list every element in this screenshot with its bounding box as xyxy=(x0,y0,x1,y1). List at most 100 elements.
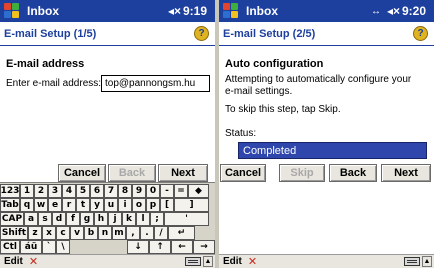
key-0-12[interactable]: = xyxy=(174,184,188,198)
key-2-5[interactable]: g xyxy=(80,212,94,226)
clock[interactable]: 9:20 xyxy=(402,4,426,18)
start-menu-icon[interactable] xyxy=(222,2,240,20)
description-line-1: Attempting to automatically configure yo… xyxy=(225,74,412,85)
cancel-button[interactable]: Cancel xyxy=(220,164,266,182)
key-0-10[interactable]: 0 xyxy=(146,184,160,198)
key-1-9[interactable]: o xyxy=(132,198,146,212)
key-4-3[interactable]: \ xyxy=(56,240,70,254)
key-0-9[interactable]: 9 xyxy=(132,184,146,198)
key-2-4[interactable]: f xyxy=(66,212,80,226)
key-0-11[interactable]: - xyxy=(160,184,174,198)
email-input[interactable] xyxy=(101,75,210,92)
key-1-1[interactable]: q xyxy=(20,198,34,212)
key-2-10[interactable]: ; xyxy=(150,212,164,226)
key-4-5[interactable]: ↑ xyxy=(149,240,171,254)
key-0-3[interactable]: 3 xyxy=(48,184,62,198)
key-2-0[interactable]: CAP xyxy=(0,212,24,226)
key-2-8[interactable]: k xyxy=(122,212,136,226)
input-selector-arrow-icon[interactable]: ▲ xyxy=(203,256,213,267)
key-1-0[interactable]: Tab xyxy=(0,198,20,212)
key-1-6[interactable]: y xyxy=(90,198,104,212)
key-3-1[interactable]: z xyxy=(28,226,42,240)
key-1-12[interactable]: ] xyxy=(174,198,209,212)
section-heading: Auto configuration xyxy=(225,58,324,70)
key-2-1[interactable]: a xyxy=(24,212,38,226)
key-0-6[interactable]: 6 xyxy=(90,184,104,198)
skip-button[interactable]: Skip xyxy=(279,164,325,182)
back-button[interactable]: Back xyxy=(108,164,156,182)
key-4-4[interactable]: ↓ xyxy=(127,240,149,254)
key-1-11[interactable]: [ xyxy=(160,198,174,212)
key-0-4[interactable]: 4 xyxy=(62,184,76,198)
connectivity-icon[interactable]: ↔ xyxy=(371,6,381,17)
page-header: E-mail Setup (1/5) ? xyxy=(0,22,215,46)
key-3-2[interactable]: x xyxy=(42,226,56,240)
cancel-button[interactable]: Cancel xyxy=(58,164,106,182)
menu-bar: Edit ✕ ▲ xyxy=(0,254,215,268)
key-1-3[interactable]: e xyxy=(48,198,62,212)
key-0-2[interactable]: 2 xyxy=(34,184,48,198)
email-label: Enter e-mail address: xyxy=(6,78,102,89)
key-3-3[interactable]: c xyxy=(56,226,70,240)
key-2-7[interactable]: j xyxy=(108,212,122,226)
screen-email-setup-step2: Inbox ↔ ◂× 9:20 E-mail Setup (2/5) ? Aut… xyxy=(219,0,434,268)
key-2-9[interactable]: l xyxy=(136,212,150,226)
speaker-icon[interactable]: ◂× xyxy=(387,4,400,18)
key-1-10[interactable]: p xyxy=(146,198,160,212)
screen-email-setup-step1: Inbox ◂× 9:19 E-mail Setup (1/5) ? E-mai… xyxy=(0,0,215,268)
key-3-8[interactable]: , xyxy=(126,226,140,240)
key-4-6[interactable]: ← xyxy=(171,240,193,254)
key-2-11[interactable]: ' xyxy=(164,212,209,226)
key-3-9[interactable]: . xyxy=(140,226,154,240)
keyboard-row: Tab q w e r t y u i o p[] xyxy=(0,198,215,212)
key-1-2[interactable]: w xyxy=(34,198,48,212)
key-1-4[interactable]: r xyxy=(62,198,76,212)
close-icon[interactable]: ✕ xyxy=(248,255,257,268)
app-title: Inbox xyxy=(246,4,278,18)
key-2-2[interactable]: s xyxy=(38,212,52,226)
key-2-3[interactable]: d xyxy=(52,212,66,226)
keyboard-row: Shift z x c v b n m,. / ↵ xyxy=(0,226,215,240)
edit-menu[interactable]: Edit xyxy=(223,256,242,267)
speaker-icon[interactable]: ◂× xyxy=(168,4,181,18)
titlebar: Inbox ↔ ◂× 9:20 xyxy=(219,0,434,22)
back-button[interactable]: Back xyxy=(329,164,377,182)
key-4-1[interactable]: áü xyxy=(20,240,42,254)
key-0-13[interactable]: ◆ xyxy=(188,184,209,198)
key-4-2[interactable]: ` xyxy=(42,240,56,254)
keyboard-icon[interactable] xyxy=(185,257,201,266)
key-0-0[interactable]: 123 xyxy=(0,184,20,198)
key-3-0[interactable]: Shift xyxy=(0,226,28,240)
keyboard-row: CAP a s d f g h j k l; ' xyxy=(0,212,215,226)
clock[interactable]: 9:19 xyxy=(183,4,207,18)
key-0-7[interactable]: 7 xyxy=(104,184,118,198)
help-icon[interactable]: ? xyxy=(413,26,428,41)
keyboard-icon[interactable] xyxy=(404,257,420,266)
key-3-11[interactable]: ↵ xyxy=(168,226,195,240)
key-2-6[interactable]: h xyxy=(94,212,108,226)
key-3-7[interactable]: m xyxy=(112,226,126,240)
key-1-8[interactable]: i xyxy=(118,198,132,212)
start-menu-icon[interactable] xyxy=(3,2,21,20)
key-3-6[interactable]: n xyxy=(98,226,112,240)
next-button[interactable]: Next xyxy=(381,164,431,182)
close-icon[interactable]: ✕ xyxy=(29,255,38,268)
help-icon[interactable]: ? xyxy=(194,26,209,41)
key-0-5[interactable]: 5 xyxy=(76,184,90,198)
next-button[interactable]: Next xyxy=(158,164,208,182)
key-1-5[interactable]: t xyxy=(76,198,90,212)
key-3-4[interactable]: v xyxy=(70,226,84,240)
key-0-1[interactable]: 1 xyxy=(20,184,34,198)
key-3-10[interactable]: / xyxy=(154,226,168,240)
key-3-5[interactable]: b xyxy=(84,226,98,240)
key-4-0[interactable]: Ctl xyxy=(0,240,20,254)
edit-menu[interactable]: Edit xyxy=(4,256,23,267)
keyboard-row: 123 1 2 3 4 5 6 7 8 9 0- = ◆ xyxy=(0,184,215,198)
key-0-8[interactable]: 8 xyxy=(118,184,132,198)
titlebar: Inbox ◂× 9:19 xyxy=(0,0,215,22)
page-header: E-mail Setup (2/5) ? xyxy=(219,22,434,46)
key-1-7[interactable]: u xyxy=(104,198,118,212)
key-4-7[interactable]: → xyxy=(193,240,215,254)
input-selector-arrow-icon[interactable]: ▲ xyxy=(422,256,432,267)
soft-keyboard: 123 1 2 3 4 5 6 7 8 9 0- = ◆ Tab q w e r t y u i o p[] CAP a s d f g h… xyxy=(0,182,215,254)
